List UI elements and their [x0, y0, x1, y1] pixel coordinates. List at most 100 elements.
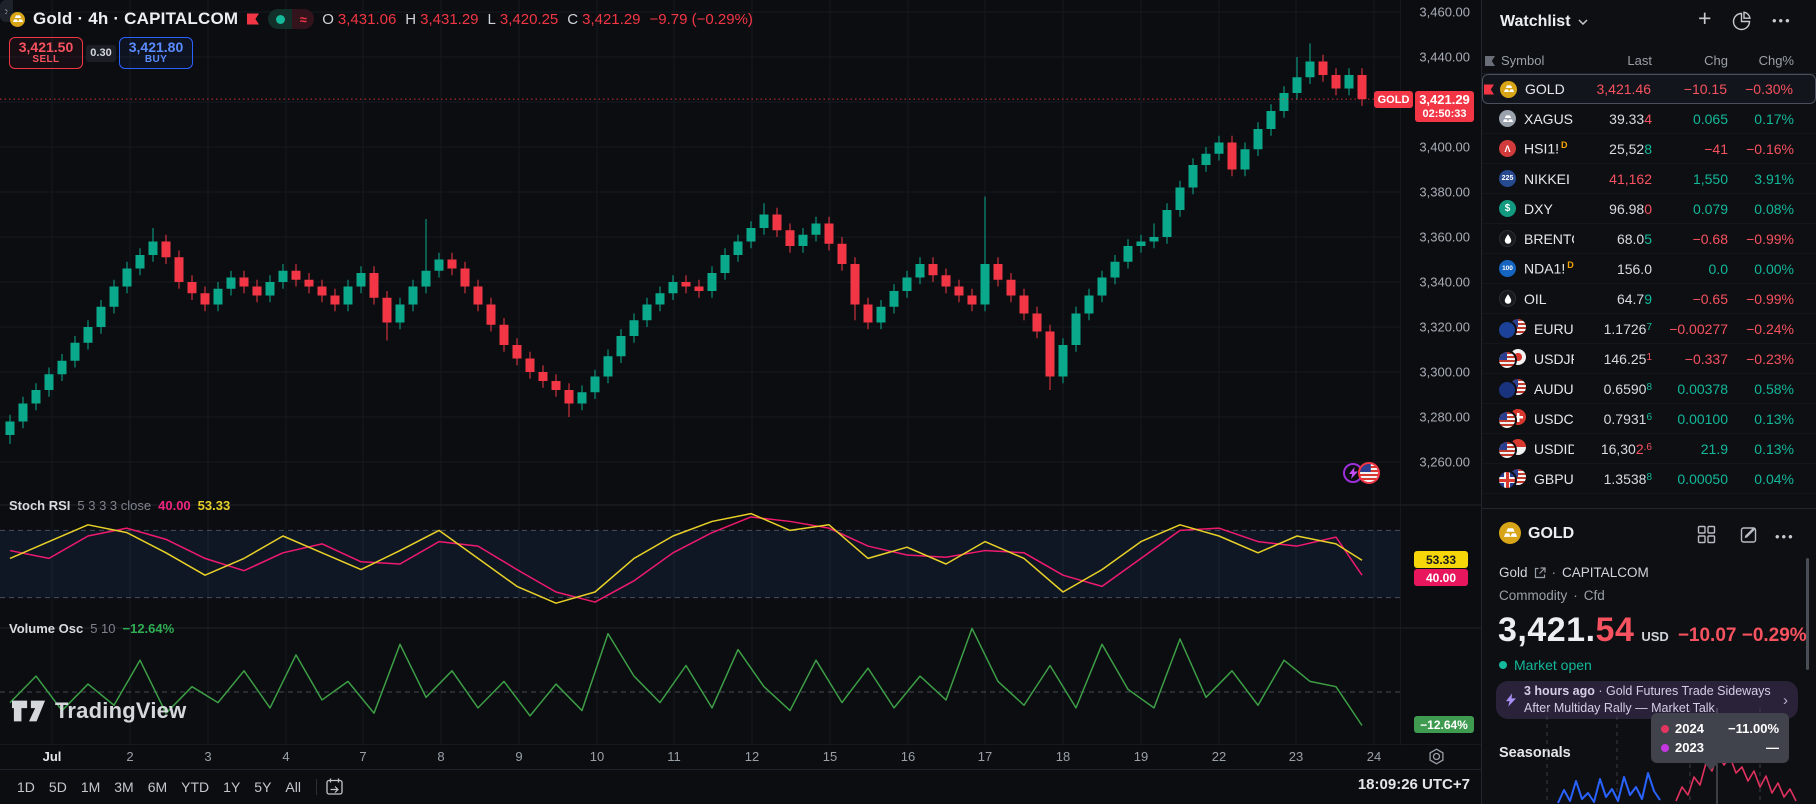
more-options-icon[interactable]: ••• — [1775, 529, 1795, 544]
oil-drop-icon — [1499, 290, 1516, 307]
currency-pair-icon — [1499, 319, 1526, 338]
gold-coin-icon — [1499, 522, 1521, 544]
row-symbol: USDIDR — [1534, 441, 1574, 457]
go-to-date-icon[interactable] — [325, 777, 344, 796]
chart-canvas[interactable] — [0, 0, 1481, 745]
grid-layout-icon[interactable] — [1697, 525, 1716, 544]
more-options-icon[interactable]: ••• — [1772, 13, 1792, 28]
watchlist-row-hsi1![interactable]: ΛHSI1!D25,528−41−0.16% — [1482, 134, 1816, 164]
buy-button[interactable]: 3,421.80BUY — [119, 37, 193, 69]
watchlist-rows: GOLD3,421.46−10.15−0.30%XAGUSD39.3340.06… — [1482, 74, 1816, 494]
watchlist-row-usdchf[interactable]: USDCHF0.793160.001000.13% — [1482, 404, 1816, 434]
row-change: 0.00378 — [1652, 381, 1728, 397]
watchlist-row-usdjpy[interactable]: USDJPY146.251−0.337−0.23% — [1482, 344, 1816, 374]
range-1y[interactable]: 1Y — [216, 775, 247, 799]
col-last[interactable]: Last — [1574, 53, 1652, 68]
row-change: −0.68 — [1652, 231, 1728, 247]
watchlist-title[interactable]: Watchlist — [1500, 13, 1588, 31]
currency-pair-icon — [1499, 379, 1526, 398]
gridlines — [0, 0, 1400, 745]
scrollbar-thumb[interactable] — [1806, 558, 1809, 670]
row-change: 0.00050 — [1652, 471, 1728, 487]
row-symbol: USDJPY — [1534, 351, 1574, 367]
watchlist-row-usdidr[interactable]: USDIDR16,302.621.90.13% — [1482, 434, 1816, 464]
currency-pair-icon — [1499, 439, 1526, 458]
time-axis-label: 23 — [1289, 749, 1303, 764]
row-last: 3,421.46 — [1573, 81, 1651, 97]
last-price-chip: 3,421.29 02:50:33 — [1415, 91, 1474, 122]
watchlist-row-gbpusd[interactable]: GBPUSD1.353880.000500.04% — [1482, 464, 1816, 494]
stoch-d-badge: 40.00 — [1414, 569, 1468, 586]
open-value: 3,431.06 — [338, 11, 396, 28]
watchlist-row-nda1![interactable]: 100NDA1!D156.00.00.00% — [1482, 254, 1816, 284]
col-chg-pct[interactable]: Chg% — [1728, 53, 1794, 68]
time-axis-label: 24 — [1367, 749, 1381, 764]
watchlist-row-oil[interactable]: OIL64.79−0.65−0.99% — [1482, 284, 1816, 314]
watchlist-panel: Watchlist + ••• Symbol Last Chg Chg% GOL… — [1481, 0, 1816, 804]
add-symbol-icon[interactable]: + — [1698, 5, 1711, 32]
row-last: 1.17267 — [1574, 321, 1652, 337]
symbol-title[interactable]: Gold · 4h · CAPITALCOM — [33, 9, 238, 29]
economic-event-usflag-icon[interactable] — [1358, 462, 1380, 484]
time-axis-label: 9 — [515, 749, 522, 764]
high-value: 3,431.29 — [420, 11, 478, 28]
flag-bookmark-icon[interactable] — [246, 13, 260, 26]
range-5d[interactable]: 5D — [42, 775, 74, 799]
time-axis-label: 10 — [590, 749, 604, 764]
range-all[interactable]: All — [278, 775, 308, 799]
edit-note-icon[interactable] — [1740, 525, 1759, 544]
symbol-legend[interactable]: Gold · 4h · CAPITALCOM ≈ O3,431.06 H3,43… — [10, 6, 753, 32]
col-symbol[interactable]: Symbol — [1501, 53, 1544, 68]
watchlist-row-gold[interactable]: GOLD3,421.46−10.15−0.30% — [1482, 74, 1816, 104]
market-status-pill[interactable]: ≈ — [268, 9, 314, 29]
range-3m[interactable]: 3M — [107, 775, 140, 799]
axis-settings-icon[interactable] — [1428, 748, 1445, 765]
watchlist-row-audusd[interactable]: AUDUSD0.659080.003780.58% — [1482, 374, 1816, 404]
detail-name[interactable]: Gold — [1499, 565, 1528, 580]
row-change-pct: −0.99% — [1728, 291, 1794, 307]
range-5y[interactable]: 5Y — [247, 775, 278, 799]
row-symbol: GBPUSD — [1534, 471, 1574, 487]
detail-source-line: Gold · CAPITALCOM — [1499, 565, 1649, 580]
volume-osc-value: −12.64% — [123, 621, 175, 636]
row-last: 1.35388 — [1574, 471, 1652, 487]
range-1d[interactable]: 1D — [10, 775, 42, 799]
row-symbol: HSI1!D — [1524, 140, 1568, 157]
volume-osc-line[interactable] — [10, 628, 1362, 725]
clock[interactable]: 18:09:26 UTC+7 — [1290, 776, 1470, 793]
watchlist-row-brentoi[interactable]: BRENTOI68.05−0.68−0.99% — [1482, 224, 1816, 254]
trading-app: Gold · 4h · CAPITALCOM ≈ O3,431.06 H3,43… — [0, 0, 1816, 804]
row-change: −41 — [1652, 141, 1728, 157]
gold-coin-icon — [10, 12, 25, 27]
row-symbol: EURUSD — [1534, 321, 1574, 337]
stoch-k-badge: 53.33 — [1414, 551, 1468, 568]
detail-symbol: GOLD — [1528, 525, 1574, 543]
market-open-dot-icon — [1499, 661, 1507, 669]
watchlist-row-dxy[interactable]: $DXY96.9800.0790.08% — [1482, 194, 1816, 224]
change-value: −9.79 (−0.29%) — [650, 11, 753, 28]
range-ytd[interactable]: YTD — [174, 775, 216, 799]
tooltip-row-2024: 2024−11.00% — [1661, 719, 1779, 738]
external-link-icon[interactable] — [1534, 567, 1546, 579]
time-axis[interactable]: Jul2347891011121516171819222324 — [0, 745, 1481, 770]
time-axis-label: 8 — [437, 749, 444, 764]
row-change: 21.9 — [1652, 441, 1728, 457]
col-chg[interactable]: Chg — [1652, 53, 1728, 68]
watchlist-header: Watchlist + ••• — [1482, 0, 1816, 46]
row-change: −0.00277 — [1652, 321, 1728, 337]
watchlist-row-eurusd[interactable]: EURUSD1.17267−0.00277−0.24% — [1482, 314, 1816, 344]
stoch-rsi-legend[interactable]: Stoch RSI5 3 3 3 close 40.00 53.33 — [9, 498, 230, 513]
volume-osc-legend[interactable]: Volume Osc5 10 −12.64% — [9, 621, 174, 636]
range-6m[interactable]: 6M — [141, 775, 174, 799]
trade-widget: 3,421.50SELL 0.30 3,421.80BUY — [9, 37, 193, 69]
watchlist-row-nikkei[interactable]: 225NIKKEI41,1621,5503.91% — [1482, 164, 1816, 194]
row-last: 146.251 — [1574, 351, 1652, 367]
pie-chart-icon[interactable] — [1732, 11, 1752, 31]
range-1m[interactable]: 1M — [74, 775, 107, 799]
watchlist-row-xagusd[interactable]: XAGUSD39.3340.0650.17% — [1482, 104, 1816, 134]
row-change: −0.65 — [1652, 291, 1728, 307]
connection-dot-icon — [268, 9, 292, 29]
sell-button[interactable]: 3,421.50SELL — [9, 37, 83, 69]
symbol-logo-icon: Λ — [1499, 140, 1516, 157]
candles[interactable] — [6, 44, 1367, 445]
